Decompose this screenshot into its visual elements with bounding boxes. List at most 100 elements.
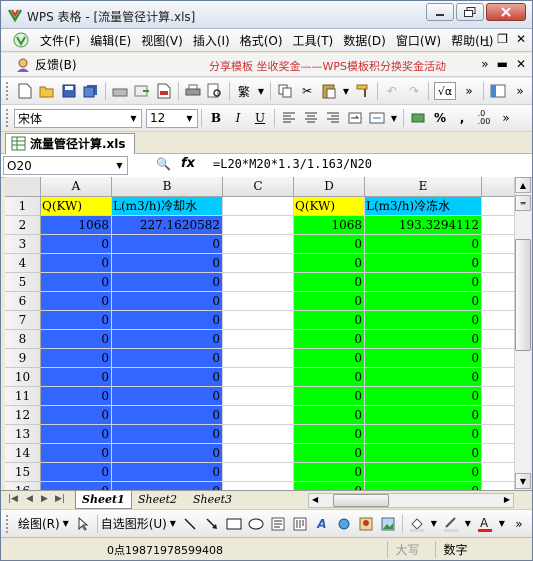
textbox-icon[interactable]	[269, 515, 287, 533]
table-cell[interactable]: 0	[41, 463, 112, 482]
table-cell[interactable]: 0	[112, 235, 223, 254]
chevron-right-icon[interactable]: »	[511, 82, 529, 100]
menu-format[interactable]: 格式(O)	[235, 32, 288, 49]
table-cell[interactable]	[482, 292, 515, 311]
align-left-icon[interactable]	[280, 109, 298, 127]
undo-icon[interactable]: ↶	[383, 82, 401, 100]
align-center-icon[interactable]	[302, 109, 320, 127]
row-header[interactable]: 4	[5, 254, 41, 273]
vertical-scrollbar[interactable]: ▲ ═ ▼	[514, 177, 531, 490]
table-cell[interactable]: 0	[41, 254, 112, 273]
format-painter-icon[interactable]	[354, 82, 372, 100]
save-all-icon[interactable]	[82, 82, 100, 100]
traditional-chinese-icon[interactable]: 繁	[235, 82, 253, 100]
row-header[interactable]: 6	[5, 292, 41, 311]
export-pdf-icon[interactable]	[155, 82, 173, 100]
chevron-down-icon[interactable]: ▼	[257, 82, 265, 100]
table-cell[interactable]: 0	[112, 406, 223, 425]
header-cell[interactable]: L(m3/h)冷却水	[112, 197, 223, 216]
doc-restore-icon[interactable]: ❐	[497, 32, 508, 46]
row-header[interactable]: 1	[5, 197, 41, 216]
increase-decimal-icon[interactable]: .0.00	[475, 109, 493, 127]
table-cell[interactable]: 0	[112, 368, 223, 387]
scroll-up-button[interactable]: ▲	[515, 177, 531, 193]
diagram-icon[interactable]	[335, 515, 353, 533]
horizontal-scroll-thumb[interactable]	[333, 494, 389, 507]
sheet-tab-3[interactable]: Sheet3	[187, 491, 238, 509]
row-header[interactable]: 3	[5, 235, 41, 254]
table-cell[interactable]: 0	[294, 444, 365, 463]
underline-icon[interactable]: U	[251, 109, 269, 127]
select-pointer-icon[interactable]	[74, 515, 92, 533]
menu-data[interactable]: 数据(D)	[338, 32, 391, 49]
table-cell[interactable]	[223, 406, 294, 425]
column-header-stub[interactable]	[482, 177, 515, 197]
table-cell[interactable]	[223, 292, 294, 311]
split-handle[interactable]: ═	[515, 195, 531, 211]
table-cell[interactable]: 0	[294, 273, 365, 292]
toolbar-grip[interactable]	[6, 82, 10, 100]
table-cell[interactable]: 0	[365, 292, 482, 311]
table-cell[interactable]	[482, 463, 515, 482]
table-cell[interactable]: 0	[294, 311, 365, 330]
table-cell[interactable]: 0	[112, 311, 223, 330]
menu-file[interactable]: 文件(F)	[35, 32, 85, 49]
table-cell[interactable]	[223, 254, 294, 273]
table-cell[interactable]: 0	[41, 235, 112, 254]
table-cell[interactable]	[223, 216, 294, 235]
vertical-scroll-thumb[interactable]	[515, 239, 531, 351]
wrap-text-icon[interactable]	[346, 109, 364, 127]
insert-function-button[interactable]: fx	[181, 156, 195, 171]
select-all-corner[interactable]	[5, 177, 41, 197]
row-header[interactable]: 7	[5, 311, 41, 330]
table-cell[interactable]	[223, 425, 294, 444]
print-setup-icon[interactable]	[111, 82, 129, 100]
print-preview-icon[interactable]	[206, 82, 224, 100]
minimize-button[interactable]	[426, 3, 454, 21]
table-cell[interactable]	[482, 387, 515, 406]
clipart-icon[interactable]	[357, 515, 375, 533]
arrow-icon[interactable]	[203, 515, 221, 533]
chevron-down-icon[interactable]: ▼	[498, 515, 506, 533]
scroll-right-icon[interactable]: ▶	[504, 495, 510, 504]
wordart-icon[interactable]: A	[313, 515, 331, 533]
row-header[interactable]: 16	[5, 482, 41, 490]
feedback-link[interactable]: 反馈(B)	[35, 56, 77, 73]
row-header[interactable]: 15	[5, 463, 41, 482]
prev-sheet-icon[interactable]: ◀	[26, 494, 33, 504]
chevron-down-icon[interactable]: ▼	[113, 158, 126, 173]
percent-format-icon[interactable]: %	[431, 109, 449, 127]
table-cell[interactable]	[482, 254, 515, 273]
table-cell[interactable]	[223, 444, 294, 463]
row-header[interactable]: 10	[5, 368, 41, 387]
print-icon[interactable]	[184, 82, 202, 100]
table-cell[interactable]: 0	[365, 273, 482, 292]
open-folder-icon[interactable]	[38, 82, 56, 100]
table-cell[interactable]: 0	[41, 425, 112, 444]
table-cell[interactable]: 0	[365, 311, 482, 330]
table-cell[interactable]: 0	[365, 254, 482, 273]
table-cell[interactable]: 0	[112, 425, 223, 444]
table-cell[interactable]	[482, 425, 515, 444]
table-cell[interactable]: 1068	[41, 216, 112, 235]
table-cell[interactable]	[482, 273, 515, 292]
table-cell[interactable]: 0	[41, 349, 112, 368]
horizontal-scrollbar[interactable]: ◀ ▶	[308, 493, 514, 508]
table-cell[interactable]: 0	[41, 292, 112, 311]
table-cell[interactable]: 0	[294, 292, 365, 311]
pin-icon[interactable]: ▬	[497, 57, 508, 71]
line-icon[interactable]	[181, 515, 199, 533]
app-menu-icon[interactable]	[13, 32, 29, 48]
table-cell[interactable]: 1068	[294, 216, 365, 235]
table-cell[interactable]: 0	[41, 368, 112, 387]
comma-format-icon[interactable]: ,	[453, 109, 471, 127]
table-cell[interactable]: 0	[365, 330, 482, 349]
menu-window[interactable]: 窗口(W)	[391, 32, 446, 49]
menu-insert[interactable]: 插入(I)	[188, 32, 235, 49]
table-cell[interactable]: 0	[365, 349, 482, 368]
table-cell[interactable]: 0	[112, 292, 223, 311]
table-cell[interactable]	[482, 235, 515, 254]
table-cell[interactable]: 0	[365, 482, 482, 490]
table-cell[interactable]	[482, 216, 515, 235]
maximize-button[interactable]	[456, 3, 484, 21]
